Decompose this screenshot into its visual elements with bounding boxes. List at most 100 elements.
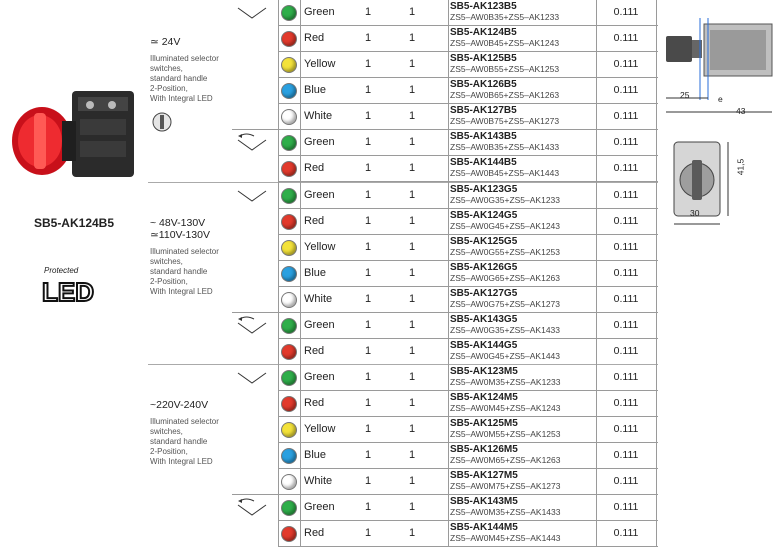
description-line: 2-Position, [150, 84, 188, 93]
colour-label: Yellow [304, 423, 336, 435]
reference-cell: SB5-AK124B5 ZS5–AW0B45+ZS5–AK1243 [450, 27, 620, 53]
reference-code: SB5-AK144B5 [450, 157, 517, 168]
indicator-lamp-icon [282, 501, 296, 515]
dimension-drawings: 25 e 43 41,5 30 [660, 0, 780, 549]
reference-cell: SB5-AK126G5 ZS5–AW0G65+ZS5–AK1263 [450, 262, 620, 288]
colour-label: Red [304, 527, 325, 539]
selector-switch-icon [152, 112, 172, 132]
component-codes: ZS5–AW0B75+ZS5–AK1273 [450, 116, 560, 126]
voltage-label: ~220V-240V [150, 399, 209, 411]
colour-label: White [304, 475, 333, 487]
reference-cell: SB5-AK126B5 ZS5–AW0B65+ZS5–AK1263 [450, 79, 620, 105]
description-line: standard handle [150, 267, 208, 276]
description-line: switches, [150, 257, 183, 266]
description-line: switches, [150, 427, 183, 436]
reference-code: SB5-AK124B5 [450, 27, 517, 38]
indicator-lamp-icon [282, 345, 296, 359]
reference-code: SB5-AK143G5 [450, 314, 518, 325]
indicator-lamp-icon [282, 6, 296, 20]
reference-cell: SB5-AK127B5 ZS5–AW0B75+ZS5–AK1273 [450, 105, 620, 131]
table-row: White 1 1 SB5-AK127G5 ZS5–AW0G75+ZS5–AK1273 0… [278, 287, 658, 313]
indicator-lamp-icon [282, 84, 296, 98]
reference-cell: SB5-AK144M5 ZS5–AW0M45+ZS5–AK1443 [450, 522, 620, 548]
quantity-b: 1 [408, 241, 416, 253]
switching-symbol [234, 367, 270, 391]
weight-value: 0.111 [613, 162, 639, 174]
quantity-a: 1 [364, 189, 372, 201]
quantity-b: 1 [408, 58, 416, 70]
quantity-b: 1 [408, 189, 416, 201]
colour-label: Yellow [304, 58, 336, 70]
description-line: With Integral LED [150, 94, 213, 103]
weight-value: 0.111 [613, 215, 639, 227]
table-row: Green 1 1 SB5-AK123G5 ZS5–AW0G35+ZS5–AK1233 0… [278, 183, 658, 209]
indicator-lamp-icon [282, 527, 296, 541]
table-row: Blue 1 1 SB5-AK126M5 ZS5–AW0M65+ZS5–AK1263 0.… [278, 443, 658, 469]
indicator-lamp-icon [282, 162, 296, 176]
description-line: standard handle [150, 74, 208, 83]
table-row: Yellow 1 1 SB5-AK125G5 ZS5–AW0G55+ZS5–AK1253… [278, 235, 658, 261]
indicator-lamp-icon [282, 475, 296, 489]
component-codes: ZS5–AW0M65+ZS5–AK1263 [450, 455, 561, 465]
quantity-a: 1 [364, 475, 372, 487]
component-codes: ZS5–AW0M45+ZS5–AK1443 [450, 533, 561, 543]
reference-code: SB5-AK126M5 [450, 444, 518, 455]
quantity-b: 1 [408, 215, 416, 227]
reference-cell: SB5-AK127M5 ZS5–AW0M75+ZS5–AK1273 [450, 470, 620, 496]
reference-code: SB5-AK143M5 [450, 496, 518, 507]
reference-code: SB5-AK124G5 [450, 210, 518, 221]
group-description: Illuminated selector switches, standard ha… [150, 247, 278, 297]
component-codes: ZS5–AW0B35+ZS5–AK1233 [450, 12, 560, 22]
colour-label: Green [304, 189, 335, 201]
quantity-b: 1 [408, 32, 416, 44]
colour-label: Blue [304, 84, 327, 96]
colour-label: Red [304, 397, 325, 409]
colour-label: Blue [304, 267, 327, 279]
quantity-a: 1 [364, 527, 372, 539]
dim-41-5: 41,5 [735, 158, 746, 176]
indicator-lamp-icon [282, 58, 296, 72]
side-view-drawing [666, 18, 773, 225]
spring-return-symbol [237, 133, 267, 151]
quantity-b: 1 [408, 345, 416, 357]
indicator-lamp-icon [282, 397, 296, 411]
colour-label: Red [304, 345, 325, 357]
quantity-a: 1 [364, 6, 372, 18]
table-row: Green 1 1 SB5-AK123B5 ZS5–AW0B35+ZS5–AK1233 0… [278, 0, 658, 26]
quantity-a: 1 [364, 267, 372, 279]
description-line: Illuminated selector [150, 247, 219, 256]
product-name: SB5-AK124B5 [33, 216, 115, 230]
reference-code: SB5-AK143B5 [450, 131, 517, 142]
quantity-a: 1 [364, 32, 372, 44]
dim-25: 25 [680, 90, 690, 100]
table-row: Red 1 1 SB5-AK124G5 ZS5–AW0G45+ZS5–AK1243 0.1… [278, 209, 658, 235]
reference-code: SB5-AK123M5 [450, 366, 518, 377]
weight-value: 0.111 [613, 293, 639, 305]
reference-code: SB5-AK127G5 [450, 288, 518, 299]
quantity-a: 1 [364, 136, 372, 148]
weight-value: 0.111 [613, 449, 639, 461]
weight-value: 0.111 [613, 6, 639, 18]
product-photo [12, 91, 134, 177]
table-row: Blue 1 1 SB5-AK126B5 ZS5–AW0B65+ZS5–AK1263 0.… [278, 78, 658, 104]
reference-code: SB5-AK126B5 [450, 79, 517, 90]
product-column: SB5-AK124B5 Protected LED [0, 0, 148, 549]
colour-label: Green [304, 136, 335, 148]
indicator-lamp-icon [282, 371, 296, 385]
quantity-b: 1 [408, 423, 416, 435]
quantity-a: 1 [364, 162, 372, 174]
reference-code: SB5-AK125B5 [450, 53, 517, 64]
description-line: Illuminated selector [150, 417, 219, 426]
table-row: Green 1 1 SB5-AK143B5 ZS5–AW0B35+ZS5–AK1433 0… [278, 130, 658, 156]
table-row: Red 1 1 SB5-AK144B5 ZS5–AW0B45+ZS5–AK1443 0.1… [278, 156, 658, 182]
indicator-lamp-icon [282, 449, 296, 463]
reference-code: SB5-AK126G5 [450, 262, 518, 273]
colour-label: White [304, 293, 333, 305]
reference-cell: SB5-AK143B5 ZS5–AW0B35+ZS5–AK1433 [450, 131, 620, 157]
reference-cell: SB5-AK123B5 ZS5–AW0B35+ZS5–AK1233 [450, 1, 620, 27]
quantity-b: 1 [408, 136, 416, 148]
table-row: Red 1 1 SB5-AK144M5 ZS5–AW0M45+ZS5–AK1443 0.1… [278, 521, 658, 547]
reference-cell: SB5-AK124G5 ZS5–AW0G45+ZS5–AK1243 [450, 210, 620, 236]
reference-code: SB5-AK127M5 [450, 470, 518, 481]
quantity-b: 1 [408, 319, 416, 331]
